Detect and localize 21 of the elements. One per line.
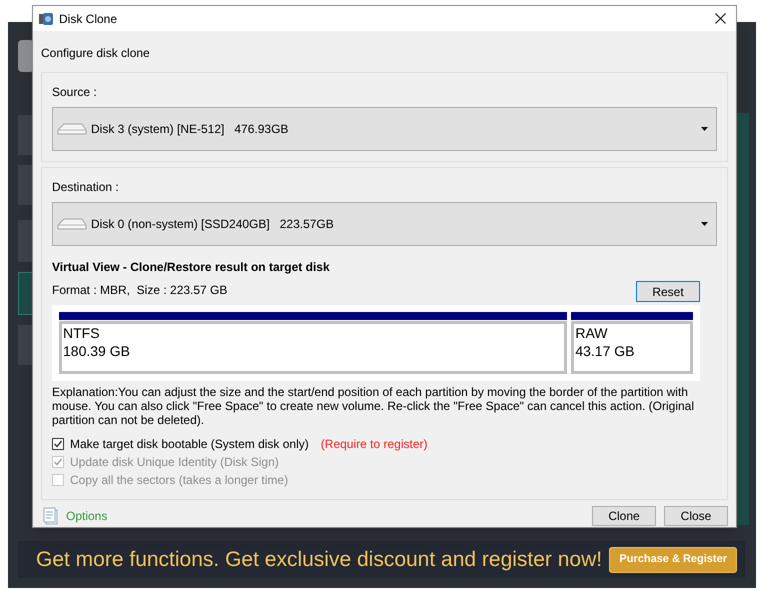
window-title: Disk Clone xyxy=(59,10,118,28)
partition-size: 180.39 GB xyxy=(63,342,131,360)
section-title: Virtual View - Clone/Restore result on target disk xyxy=(52,259,331,276)
partition-size: 43.17 GB xyxy=(575,342,636,360)
explanation-text: Explanation:You can adjust the size and the start/end position of each partition by moving the border of the partition with mouse. You can also click "Free Space" to create new volume. Re-click the "Free Space" can cancel this action. (Original partition can not be deleted). xyxy=(52,385,696,427)
dialog-heading: Configure disk clone xyxy=(41,45,151,62)
disk-format-text: Format : MBR, Size : 223.57 GB xyxy=(52,282,228,299)
promo-text: Get more functions. Get exclusive discount and register now! xyxy=(36,546,602,573)
checkbox-label: Make target disk bootable (System disk only) xyxy=(70,436,309,452)
field-label: Source : xyxy=(52,84,98,101)
field-label: Destination : xyxy=(52,179,120,196)
checkbox-label: Copy all the sectors (takes a longer time) xyxy=(70,472,288,488)
disk-dropdown[interactable]: Disk 0 (non-system) [SSD240GB] 223.57GB xyxy=(52,202,717,246)
partition-filesystem: RAW xyxy=(575,324,608,342)
dialog-button[interactable]: Clone xyxy=(592,506,656,526)
reset-button[interactable]: Reset xyxy=(636,281,700,302)
partition-filesystem: NTFS xyxy=(63,324,101,342)
dialog-button[interactable]: Close xyxy=(664,506,728,526)
checkbox-label: Update disk Unique Identity (Disk Sign) xyxy=(70,454,279,470)
disk-dropdown[interactable]: Disk 3 (system) [NE-512] 476.93GB xyxy=(52,107,717,151)
register-note: (Require to register) xyxy=(320,436,428,452)
